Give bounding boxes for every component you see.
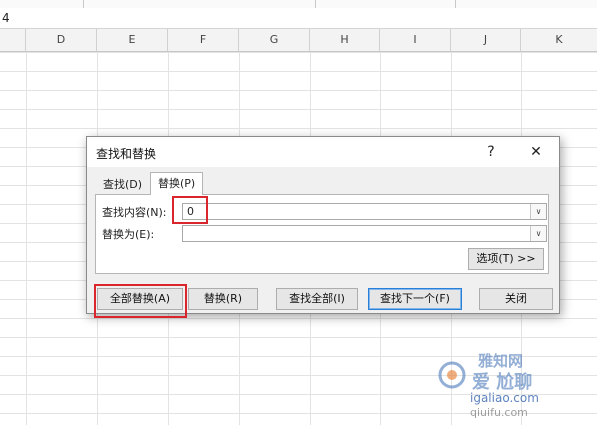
watermark-line-4: qiuifu.com: [470, 406, 528, 419]
column-header-f[interactable]: F: [168, 29, 239, 51]
annotation-box-replace-all: [94, 284, 187, 318]
column-header-e[interactable]: E: [97, 29, 168, 51]
column-header-k[interactable]: K: [521, 29, 597, 51]
formula-bar[interactable]: 4: [0, 8, 597, 29]
help-icon[interactable]: ?: [476, 141, 506, 163]
close-icon[interactable]: ✕: [521, 141, 551, 163]
replace-button[interactable]: 替换(R): [188, 288, 258, 310]
dialog-titlebar[interactable]: 查找和替换 ? ✕: [87, 137, 559, 167]
grid-line: [26, 52, 27, 425]
column-header-d[interactable]: D: [26, 29, 97, 51]
replace-dropdown-chevron-icon[interactable]: ∨: [530, 226, 546, 241]
watermark-line-3: igaliao.com: [470, 391, 539, 405]
tab-find[interactable]: 查找(D): [96, 175, 149, 195]
annotation-box-find-value: [172, 196, 208, 224]
find-what-label: 查找内容(N):: [102, 206, 167, 219]
find-all-button[interactable]: 查找全部(I): [276, 288, 358, 310]
tab-replace[interactable]: 替换(P): [150, 172, 204, 195]
column-header-j[interactable]: J: [451, 29, 521, 51]
replace-tab-panel: 查找内容(N): 0 ∨ 替换为(E): ∨ 选项(T) >>: [95, 194, 549, 274]
watermark-logo-icon: [438, 361, 466, 389]
find-dropdown-chevron-icon[interactable]: ∨: [530, 204, 546, 219]
find-what-input[interactable]: 0 ∨: [182, 203, 547, 220]
replace-with-label: 替换为(E):: [102, 228, 155, 241]
column-header-g[interactable]: G: [239, 29, 310, 51]
column-header-h[interactable]: H: [310, 29, 380, 51]
close-button[interactable]: 关闭: [479, 288, 553, 310]
formula-bar-text: 4: [2, 11, 10, 25]
column-header-row: D E F G H I J K: [0, 29, 597, 52]
options-button[interactable]: 选项(T) >>: [468, 248, 544, 270]
row-header-corner[interactable]: [0, 29, 26, 51]
replace-with-input[interactable]: ∨: [182, 225, 547, 242]
dialog-title: 查找和替换: [96, 147, 157, 161]
column-header-i[interactable]: I: [380, 29, 451, 51]
find-next-button[interactable]: 查找下一个(F): [368, 288, 462, 310]
